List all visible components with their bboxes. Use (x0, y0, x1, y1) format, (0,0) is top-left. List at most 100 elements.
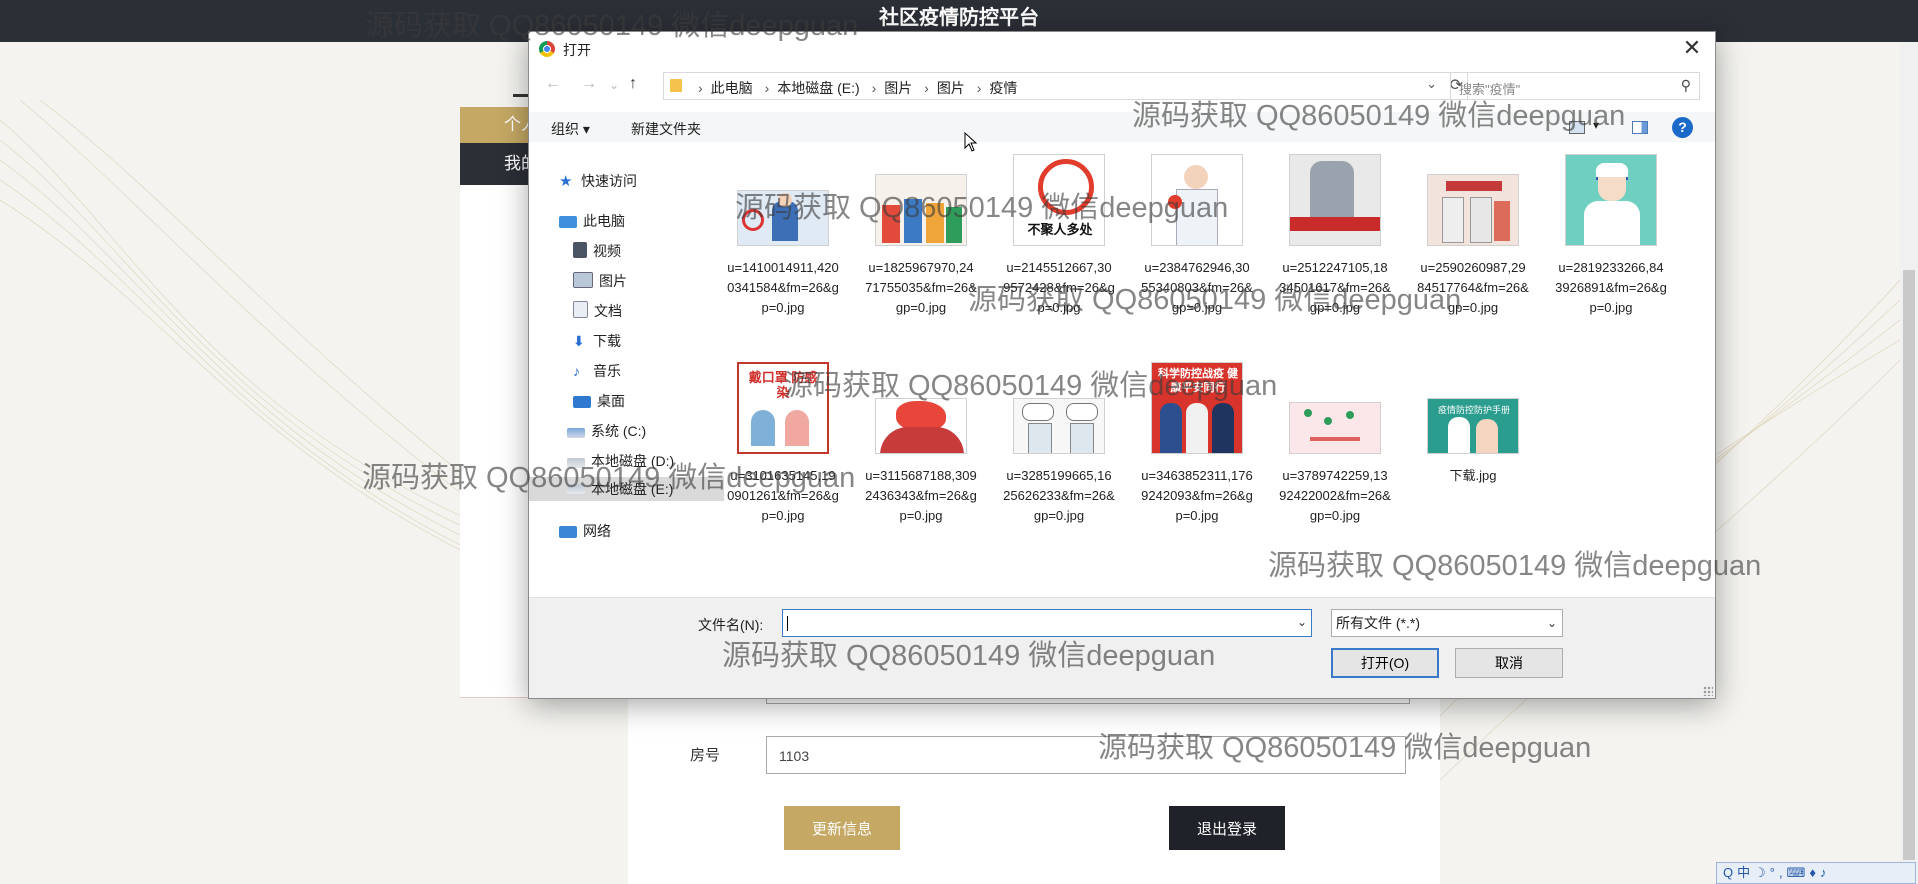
documents-icon (573, 301, 588, 318)
search-icon[interactable]: ⚲ (1681, 77, 1691, 94)
sidebar-item-drive-e[interactable]: 本地磁盘 (E:) (529, 477, 724, 501)
breadcrumb-this-pc[interactable]: 此电脑 (711, 80, 753, 96)
breadcrumb-pictures[interactable]: 图片 (884, 80, 912, 96)
file-name: u=3463852311,1769242093&fm=26&gp=0.jpg (1141, 468, 1253, 523)
breadcrumb-drive-e[interactable]: 本地磁盘 (E:) (777, 80, 859, 96)
file-item[interactable]: u=1825967970,2471755035&fm=26&gp=0.jpg (865, 154, 977, 366)
resize-grip-icon[interactable] (1703, 686, 1713, 696)
sidebar-item-quick-access[interactable]: ★ 快速访问 (559, 171, 637, 195)
ime-toolbar[interactable]: Q中☽°,⌨♦♪ (1716, 862, 1916, 884)
file-name: u=2512247105,1834501617&fm=26&gp=0.jpg (1279, 260, 1391, 315)
file-name: u=2145512667,309572428&fm=26&gp=0.jpg (1003, 260, 1115, 315)
close-icon[interactable]: ✕ (1677, 35, 1707, 61)
file-thumbnail (1013, 398, 1105, 454)
room-label: 房号 (690, 747, 721, 764)
file-item[interactable]: u=1410014911,4200341584&fm=26&gp=0.jpg (727, 154, 839, 366)
file-thumbnail: 不聚人多处 (1013, 154, 1105, 246)
change-view-icon[interactable] (1569, 121, 1585, 134)
file-type-value: 所有文件 (*.*) (1336, 615, 1420, 631)
drive-icon (567, 458, 585, 468)
sidebar-item-videos[interactable]: 视频 (573, 241, 621, 265)
sidebar-item-this-pc[interactable]: 此电脑 (559, 211, 625, 235)
breadcrumb-pictures-sub[interactable]: 图片 (937, 80, 965, 96)
forward-arrow-icon[interactable]: → (581, 75, 597, 93)
file-item[interactable]: 科学防控战疫 健康平安同行 u=3463852311,1769242093&fm… (1141, 362, 1253, 574)
organize-menu[interactable]: 组织 ▾ (551, 119, 590, 139)
file-thumbnail (1289, 154, 1381, 246)
sidebar-item-music[interactable]: ♪ 音乐 (573, 361, 621, 385)
chevron-down-icon[interactable]: ⌄ (1547, 610, 1557, 636)
open-file-dialog: 打开 ✕ ← → ⌄ ↑ › 此电脑 › 本地磁盘 (E:) › 图片 › 图片 › 疫情… (528, 31, 1716, 699)
page-scrollbar-thumb[interactable] (1903, 270, 1915, 860)
help-icon[interactable]: ? (1672, 117, 1693, 138)
file-name: u=3789742259,1392422002&fm=26&gp=0.jpg (1279, 468, 1391, 523)
update-info-button[interactable]: 更新信息 (784, 806, 900, 850)
breadcrumb-separator-icon: › (871, 80, 877, 96)
logout-button[interactable]: 退出登录 (1169, 806, 1285, 850)
file-name: u=3115687188,3092436343&fm=26&gp=0.jpg (865, 468, 977, 523)
file-item[interactable]: u=2819233266,843926891&fm=26&gp=0.jpg (1555, 154, 1667, 366)
back-arrow-icon[interactable]: ← (545, 75, 561, 93)
download-icon: ⬇ (573, 333, 585, 349)
dialog-title-bar: 打开 ✕ (529, 32, 1715, 66)
pictures-icon (573, 272, 593, 288)
search-placeholder: 搜索"疫情" (1459, 82, 1521, 97)
file-thumbnail (1565, 154, 1657, 246)
file-thumbnail: 戴口罩 防感染 (737, 362, 829, 454)
file-name: u=1410014911,4200341584&fm=26&gp=0.jpg (727, 260, 839, 315)
address-history-chevron-icon[interactable]: ⌄ (1426, 76, 1437, 92)
breadcrumb-separator-icon: › (976, 80, 982, 96)
folder-icon (670, 79, 682, 92)
video-icon (573, 242, 587, 258)
navigation-pane: ★ 快速访问 此电脑 视频 图片 文档 ⬇ 下载 ♪ 音乐 桌面 系统 (C:) 本地… (529, 157, 724, 587)
filename-input[interactable]: ⌄ (782, 609, 1312, 637)
sidebar-item-drive-c[interactable]: 系统 (C:) (567, 421, 646, 445)
dialog-title: 打开 (563, 42, 591, 58)
app-title: 社区疫情防控平台 (879, 7, 1039, 29)
room-input[interactable]: 1103 (766, 736, 1406, 774)
file-name: u=3101635145,190901261&fm=26&gp=0.jpg (727, 468, 839, 523)
file-item[interactable]: u=2590260987,2984517764&fm=26&gp=0.jpg (1417, 154, 1529, 366)
file-name: u=3285199665,1625626233&fm=26&gp=0.jpg (1003, 468, 1115, 523)
file-item[interactable]: 不聚人多处 u=2145512667,309572428&fm=26&gp=0.… (1003, 154, 1115, 366)
nav-underline (513, 94, 529, 97)
file-item[interactable]: u=2512247105,1834501617&fm=26&gp=0.jpg (1279, 154, 1391, 366)
chevron-down-icon[interactable]: ⌄ (1297, 615, 1307, 629)
file-name: u=1825967970,2471755035&fm=26&gp=0.jpg (865, 260, 977, 315)
drive-icon (567, 428, 585, 438)
up-arrow-icon[interactable]: ↑ (629, 75, 637, 93)
network-icon (559, 526, 577, 538)
chrome-icon (539, 41, 555, 57)
sidebar-item-pictures[interactable]: 图片 (573, 271, 627, 295)
text-caret (787, 616, 788, 631)
preview-pane-icon[interactable] (1632, 121, 1648, 134)
file-type-select[interactable]: 所有文件 (*.*) ⌄ (1331, 609, 1563, 637)
search-input[interactable]: 搜索"疫情" ⚲ (1450, 72, 1700, 100)
sidebar-item-desktop[interactable]: 桌面 (573, 391, 625, 415)
file-item[interactable]: u=3789742259,1392422002&fm=26&gp=0.jpg (1279, 362, 1391, 574)
file-item[interactable]: 戴口罩 防感染 u=3101635145,190901261&fm=26&gp=… (727, 362, 839, 574)
sidebar-item-downloads[interactable]: ⬇ 下载 (573, 331, 621, 355)
file-thumbnail (1289, 402, 1381, 454)
address-bar[interactable]: › 此电脑 › 本地磁盘 (E:) › 图片 › 图片 › 疫情 ⌄ ⟳ (663, 72, 1468, 100)
view-options-chevron-icon[interactable]: ▾ (1593, 118, 1599, 132)
breadcrumb-epidemic[interactable]: 疫情 (989, 80, 1017, 96)
new-folder-button[interactable]: 新建文件夹 (631, 119, 701, 139)
file-name: 下载.jpg (1449, 468, 1497, 483)
file-item[interactable]: u=3285199665,1625626233&fm=26&gp=0.jpg (1003, 362, 1115, 574)
file-item[interactable]: u=3115687188,3092436343&fm=26&gp=0.jpg (865, 362, 977, 574)
open-button[interactable]: 打开(O) (1331, 648, 1439, 678)
file-thumbnail (737, 190, 829, 246)
file-item[interactable]: u=2384762946,3055340803&fm=26&gp=0.jpg (1141, 154, 1253, 366)
sidebar-item-drive-d[interactable]: 本地磁盘 (D:) (567, 451, 674, 475)
file-list: u=1410014911,4200341584&fm=26&gp=0.jpg u… (727, 154, 1712, 589)
recent-locations-chevron-icon[interactable]: ⌄ (609, 78, 619, 92)
sidebar-item-network[interactable]: 网络 (559, 521, 611, 545)
computer-icon (559, 216, 577, 228)
cancel-button[interactable]: 取消 (1455, 648, 1563, 678)
file-thumbnail (1151, 154, 1243, 246)
file-thumbnail (875, 398, 967, 454)
file-item[interactable]: 疫情防控防护手册 下载.jpg (1417, 362, 1529, 574)
sidebar-item-documents[interactable]: 文档 (573, 301, 622, 325)
navigation-row: ← → ⌄ ↑ › 此电脑 › 本地磁盘 (E:) › 图片 › 图片 › 疫情 ⌄ ⟳ … (529, 72, 1715, 102)
